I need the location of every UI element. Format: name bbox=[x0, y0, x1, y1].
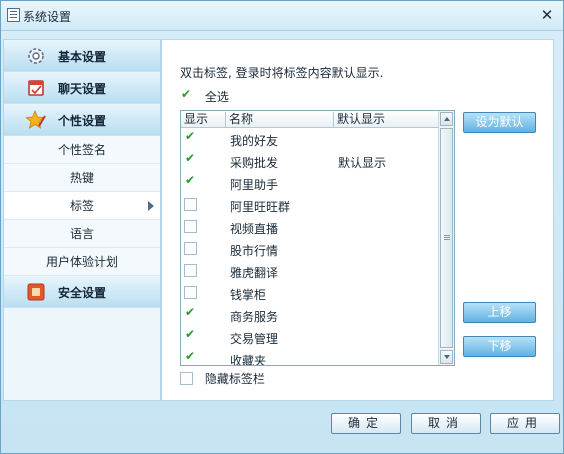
table-row[interactable]: 交易管理 bbox=[181, 326, 438, 348]
apply-button[interactable]: 应用 bbox=[490, 413, 560, 434]
sidebar-item-signature[interactable]: 个性签名 bbox=[4, 136, 160, 164]
chat-settings-icon bbox=[28, 80, 44, 96]
ok-button[interactable]: 确定 bbox=[331, 413, 401, 434]
row-default: 默认显示 bbox=[338, 156, 387, 170]
checkbox-box[interactable] bbox=[184, 198, 197, 211]
sidebar-category-personal[interactable]: 个性设置 bbox=[4, 104, 160, 136]
row-name: 商务服务 bbox=[230, 310, 279, 324]
instruction-text: 双击标签, 登录时将标签内容默认显示. bbox=[180, 66, 384, 80]
row-name: 交易管理 bbox=[230, 332, 279, 346]
sidebar-category-label: 基本设置 bbox=[58, 50, 107, 64]
tabs-settings-panel: 双击标签, 登录时将标签内容默认显示. 全选 显示 名称 默认显示 我的好友采购… bbox=[161, 39, 554, 401]
check-icon[interactable] bbox=[184, 173, 197, 189]
checkbox-box[interactable] bbox=[184, 242, 197, 255]
sidebar-item-label: 用户体验计划 bbox=[45, 255, 118, 269]
check-icon[interactable] bbox=[184, 129, 197, 145]
sidebar-category-chat[interactable]: 聊天设置 bbox=[4, 72, 160, 104]
hide-tabbar-label: 隐藏标签栏 bbox=[204, 372, 265, 386]
check-icon[interactable] bbox=[184, 151, 197, 167]
table-row[interactable]: 我的好友 bbox=[181, 128, 438, 150]
table-row[interactable]: 收藏夹 bbox=[181, 348, 438, 366]
column-header-name[interactable]: 名称 bbox=[226, 112, 334, 128]
grip-icon bbox=[444, 235, 450, 236]
title-bar: 系统设置 ✕ bbox=[1, 1, 563, 31]
hide-tabbar-checkbox[interactable]: 隐藏标签栏 bbox=[180, 370, 265, 387]
vertical-scrollbar[interactable] bbox=[438, 111, 454, 365]
column-header-default[interactable]: 默认显示 bbox=[334, 112, 438, 128]
sidebar-item-language[interactable]: 语言 bbox=[4, 220, 160, 248]
row-name: 收藏夹 bbox=[230, 354, 267, 366]
security-icon bbox=[27, 283, 45, 301]
settings-window: 系统设置 ✕ 基本设置 聊天设置 个性设置 个性签名 热键 标签 语言 用户体验… bbox=[0, 0, 564, 454]
check-icon[interactable] bbox=[184, 305, 197, 321]
app-icon bbox=[7, 8, 20, 22]
scroll-down-icon[interactable] bbox=[440, 350, 453, 364]
table-row[interactable]: 视频直播 bbox=[181, 216, 438, 238]
table-row[interactable]: 股市行情 bbox=[181, 238, 438, 260]
row-name: 阿里助手 bbox=[230, 178, 279, 192]
row-name: 钱掌柜 bbox=[230, 288, 267, 302]
checkbox-box[interactable] bbox=[184, 220, 197, 233]
table-row[interactable]: 雅虎翻译 bbox=[181, 260, 438, 282]
table-header: 显示 名称 默认显示 bbox=[181, 111, 438, 128]
sidebar-item-label: 语言 bbox=[69, 227, 94, 241]
check-icon[interactable] bbox=[184, 327, 197, 343]
star-pen-icon bbox=[26, 110, 46, 129]
table-row[interactable]: 商务服务 bbox=[181, 304, 438, 326]
settings-sidebar: 基本设置 聊天设置 个性设置 个性签名 热键 标签 语言 用户体验计划 安全设置 bbox=[3, 39, 161, 401]
checkbox-box[interactable] bbox=[180, 372, 193, 385]
select-all-checkbox[interactable]: 全选 bbox=[180, 87, 229, 105]
sidebar-item-label: 标签 bbox=[69, 199, 94, 213]
column-header-show[interactable]: 显示 bbox=[181, 112, 226, 128]
sidebar-item-label: 热键 bbox=[69, 171, 94, 185]
table-row[interactable]: 采购批发 默认显示 bbox=[181, 150, 438, 172]
row-name: 股市行情 bbox=[230, 244, 279, 258]
scrollbar-thumb[interactable] bbox=[440, 128, 453, 348]
checkbox-box[interactable] bbox=[184, 264, 197, 277]
sidebar-category-label: 聊天设置 bbox=[58, 82, 107, 96]
cancel-button[interactable]: 取消 bbox=[411, 413, 481, 434]
sidebar-item-tabs[interactable]: 标签 bbox=[4, 192, 160, 220]
sidebar-category-security[interactable]: 安全设置 bbox=[4, 276, 160, 308]
move-down-button[interactable]: 下移 bbox=[463, 336, 536, 357]
sidebar-category-label: 安全设置 bbox=[58, 286, 107, 300]
sidebar-item-hotkeys[interactable]: 热键 bbox=[4, 164, 160, 192]
tabs-list-table: 显示 名称 默认显示 我的好友采购批发 默认显示阿里助手阿里旺旺群视频直播股市行情… bbox=[180, 110, 455, 366]
table-row[interactable]: 钱掌柜 bbox=[181, 282, 438, 304]
table-row[interactable]: 阿里助手 bbox=[181, 172, 438, 194]
table-row[interactable]: 阿里旺旺群 bbox=[181, 194, 438, 216]
sidebar-category-basic[interactable]: 基本设置 bbox=[4, 40, 160, 72]
sidebar-category-label: 个性设置 bbox=[58, 114, 107, 128]
row-name: 雅虎翻译 bbox=[230, 266, 279, 280]
select-all-label: 全选 bbox=[204, 90, 229, 104]
sidebar-item-label: 个性签名 bbox=[57, 143, 106, 157]
row-name: 视频直播 bbox=[230, 222, 279, 236]
scroll-up-icon[interactable] bbox=[440, 112, 453, 126]
move-up-button[interactable]: 上移 bbox=[463, 302, 536, 323]
gear-icon bbox=[28, 48, 44, 64]
row-name: 阿里旺旺群 bbox=[230, 200, 291, 214]
sidebar-item-ux-program[interactable]: 用户体验计划 bbox=[4, 248, 160, 276]
set-default-button[interactable]: 设为默认 bbox=[463, 112, 536, 133]
checkbox-box[interactable] bbox=[184, 286, 197, 299]
check-icon[interactable] bbox=[180, 87, 193, 103]
table-body: 我的好友采购批发 默认显示阿里助手阿里旺旺群视频直播股市行情雅虎翻译钱掌柜商务服务… bbox=[181, 128, 438, 366]
row-name: 采购批发 bbox=[230, 156, 279, 170]
check-icon[interactable] bbox=[184, 349, 197, 365]
close-icon[interactable]: ✕ bbox=[539, 7, 555, 23]
row-name: 我的好友 bbox=[230, 134, 279, 148]
chevron-right-icon bbox=[148, 201, 154, 211]
window-title: 系统设置 bbox=[23, 10, 72, 24]
